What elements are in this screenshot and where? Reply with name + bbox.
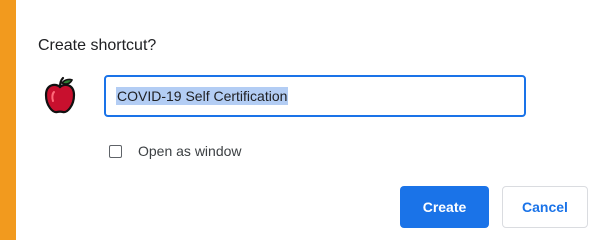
apple-icon bbox=[40, 76, 80, 116]
shortcut-name-value: COVID-19 Self Certification bbox=[116, 87, 289, 105]
open-as-window-option[interactable]: Open as window bbox=[109, 142, 242, 160]
open-as-window-label: Open as window bbox=[138, 143, 242, 159]
dialog-title: Create shortcut? bbox=[38, 37, 157, 54]
shortcut-name-input[interactable]: COVID-19 Self Certification bbox=[104, 75, 526, 117]
open-as-window-checkbox[interactable] bbox=[109, 144, 122, 158]
create-button[interactable]: Create bbox=[400, 186, 489, 228]
cancel-button[interactable]: Cancel bbox=[502, 186, 588, 228]
create-shortcut-dialog: Create shortcut? COVID-19 Self Certifica… bbox=[16, 0, 603, 240]
